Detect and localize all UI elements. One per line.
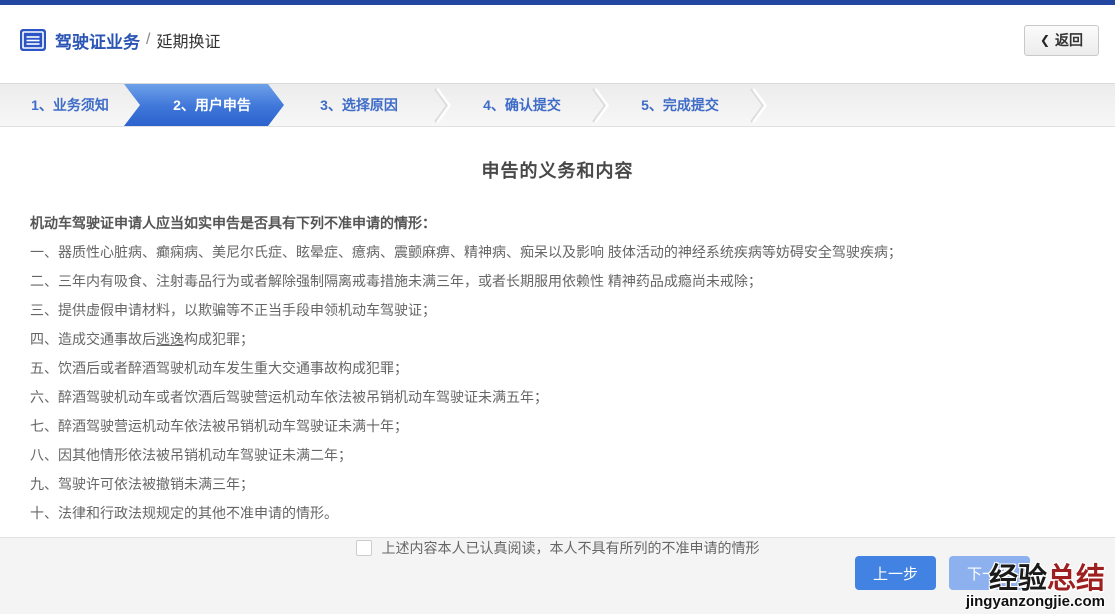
step-tab-4[interactable]: 4、确认提交: [452, 84, 592, 126]
confirm-row: 上述内容本人已认真阅读，本人不具有所列的不准申请的情形: [30, 538, 1085, 558]
breadcrumb-separator: /: [146, 31, 151, 48]
breadcrumb-section: 驾驶证业务: [55, 32, 140, 52]
page-header: 驾驶证业务 / 延期换证 ❮ 返回: [0, 5, 1115, 84]
declaration-item-10: 十、法律和行政法规规定的其他不准申请的情形。: [30, 505, 338, 521]
chevron-separator-icon: [434, 84, 452, 126]
declaration-intro: 机动车驾驶证申请人应当如实申告是否具有下列不准申请的情形：: [30, 215, 436, 231]
page-title: 申告的义务和内容: [481, 161, 634, 181]
declaration-item-3: 三、提供虚假申请材料，以欺骗等不正当手段申领机动车驾驶证；: [30, 302, 436, 318]
back-chevron-icon: ❮: [1039, 33, 1050, 47]
breadcrumb-page: 延期换证: [156, 34, 221, 51]
back-button-label: 返回: [1055, 32, 1083, 48]
declaration-list: 一、器质性心脏病、癫痫病、美尼尔氏症、眩晕症、癔病、震颤麻痹、精神病、痴呆以及影…: [30, 238, 1085, 528]
declaration-item-7: 七、醉酒驾驶营运机动车依法被吊销机动车驾驶证未满十年；: [30, 418, 408, 434]
step-tab-5[interactable]: 5、完成提交: [610, 84, 750, 126]
declaration-item-9: 九、驾驶许可依法被撤销未满三年；: [30, 476, 254, 492]
confirm-label: 上述内容本人已认真阅读，本人不具有所列的不准申请的情形: [381, 540, 760, 556]
declaration-item-6: 六、醉酒驾驶机动车或者饮酒后驾驶营运机动车依法被吊销机动车驾驶证未满五年；: [30, 389, 548, 405]
step-tab-1[interactable]: 1、业务须知: [0, 84, 140, 126]
step-tab-2[interactable]: 2、用户申告: [124, 84, 284, 126]
declaration-item-1: 一、器质性心脏病、癫痫病、美尼尔氏症、眩晕症、癔病、震颤麻痹、精神病、痴呆以及影…: [30, 244, 902, 260]
next-step-button[interactable]: 下一步: [948, 556, 1030, 590]
declaration-item-2: 二、三年内有吸食、注射毒品行为或者解除强制隔离戒毒措施未满三年，或者长期服用依赖…: [30, 273, 762, 289]
back-button[interactable]: ❮ 返回: [1023, 24, 1099, 56]
prev-step-button[interactable]: 上一步: [854, 556, 936, 590]
step-tab-3[interactable]: 3、选择原因: [284, 84, 434, 126]
chevron-separator-icon: [750, 84, 768, 126]
list-icon: [20, 29, 46, 51]
declaration-item-5: 五、饮酒后或者醉酒驾驶机动车发生重大交通事故构成犯罪；: [30, 360, 408, 376]
declaration-item-8: 八、因其他情形依法被吊销机动车驾驶证未满二年；: [30, 447, 352, 463]
step-tabs: 1、业务须知 2、用户申告 3、选择原因 4、确认提交 5、完成提交: [0, 84, 1115, 127]
declaration-item-4: 四、造成交通事故后逃逸构成犯罪；: [30, 331, 254, 347]
main-content: 申告的义务和内容 机动车驾驶证申请人应当如实申告是否具有下列不准申请的情形： 一…: [0, 127, 1115, 556]
chevron-separator-icon: [592, 84, 610, 126]
confirm-checkbox[interactable]: [355, 540, 372, 556]
